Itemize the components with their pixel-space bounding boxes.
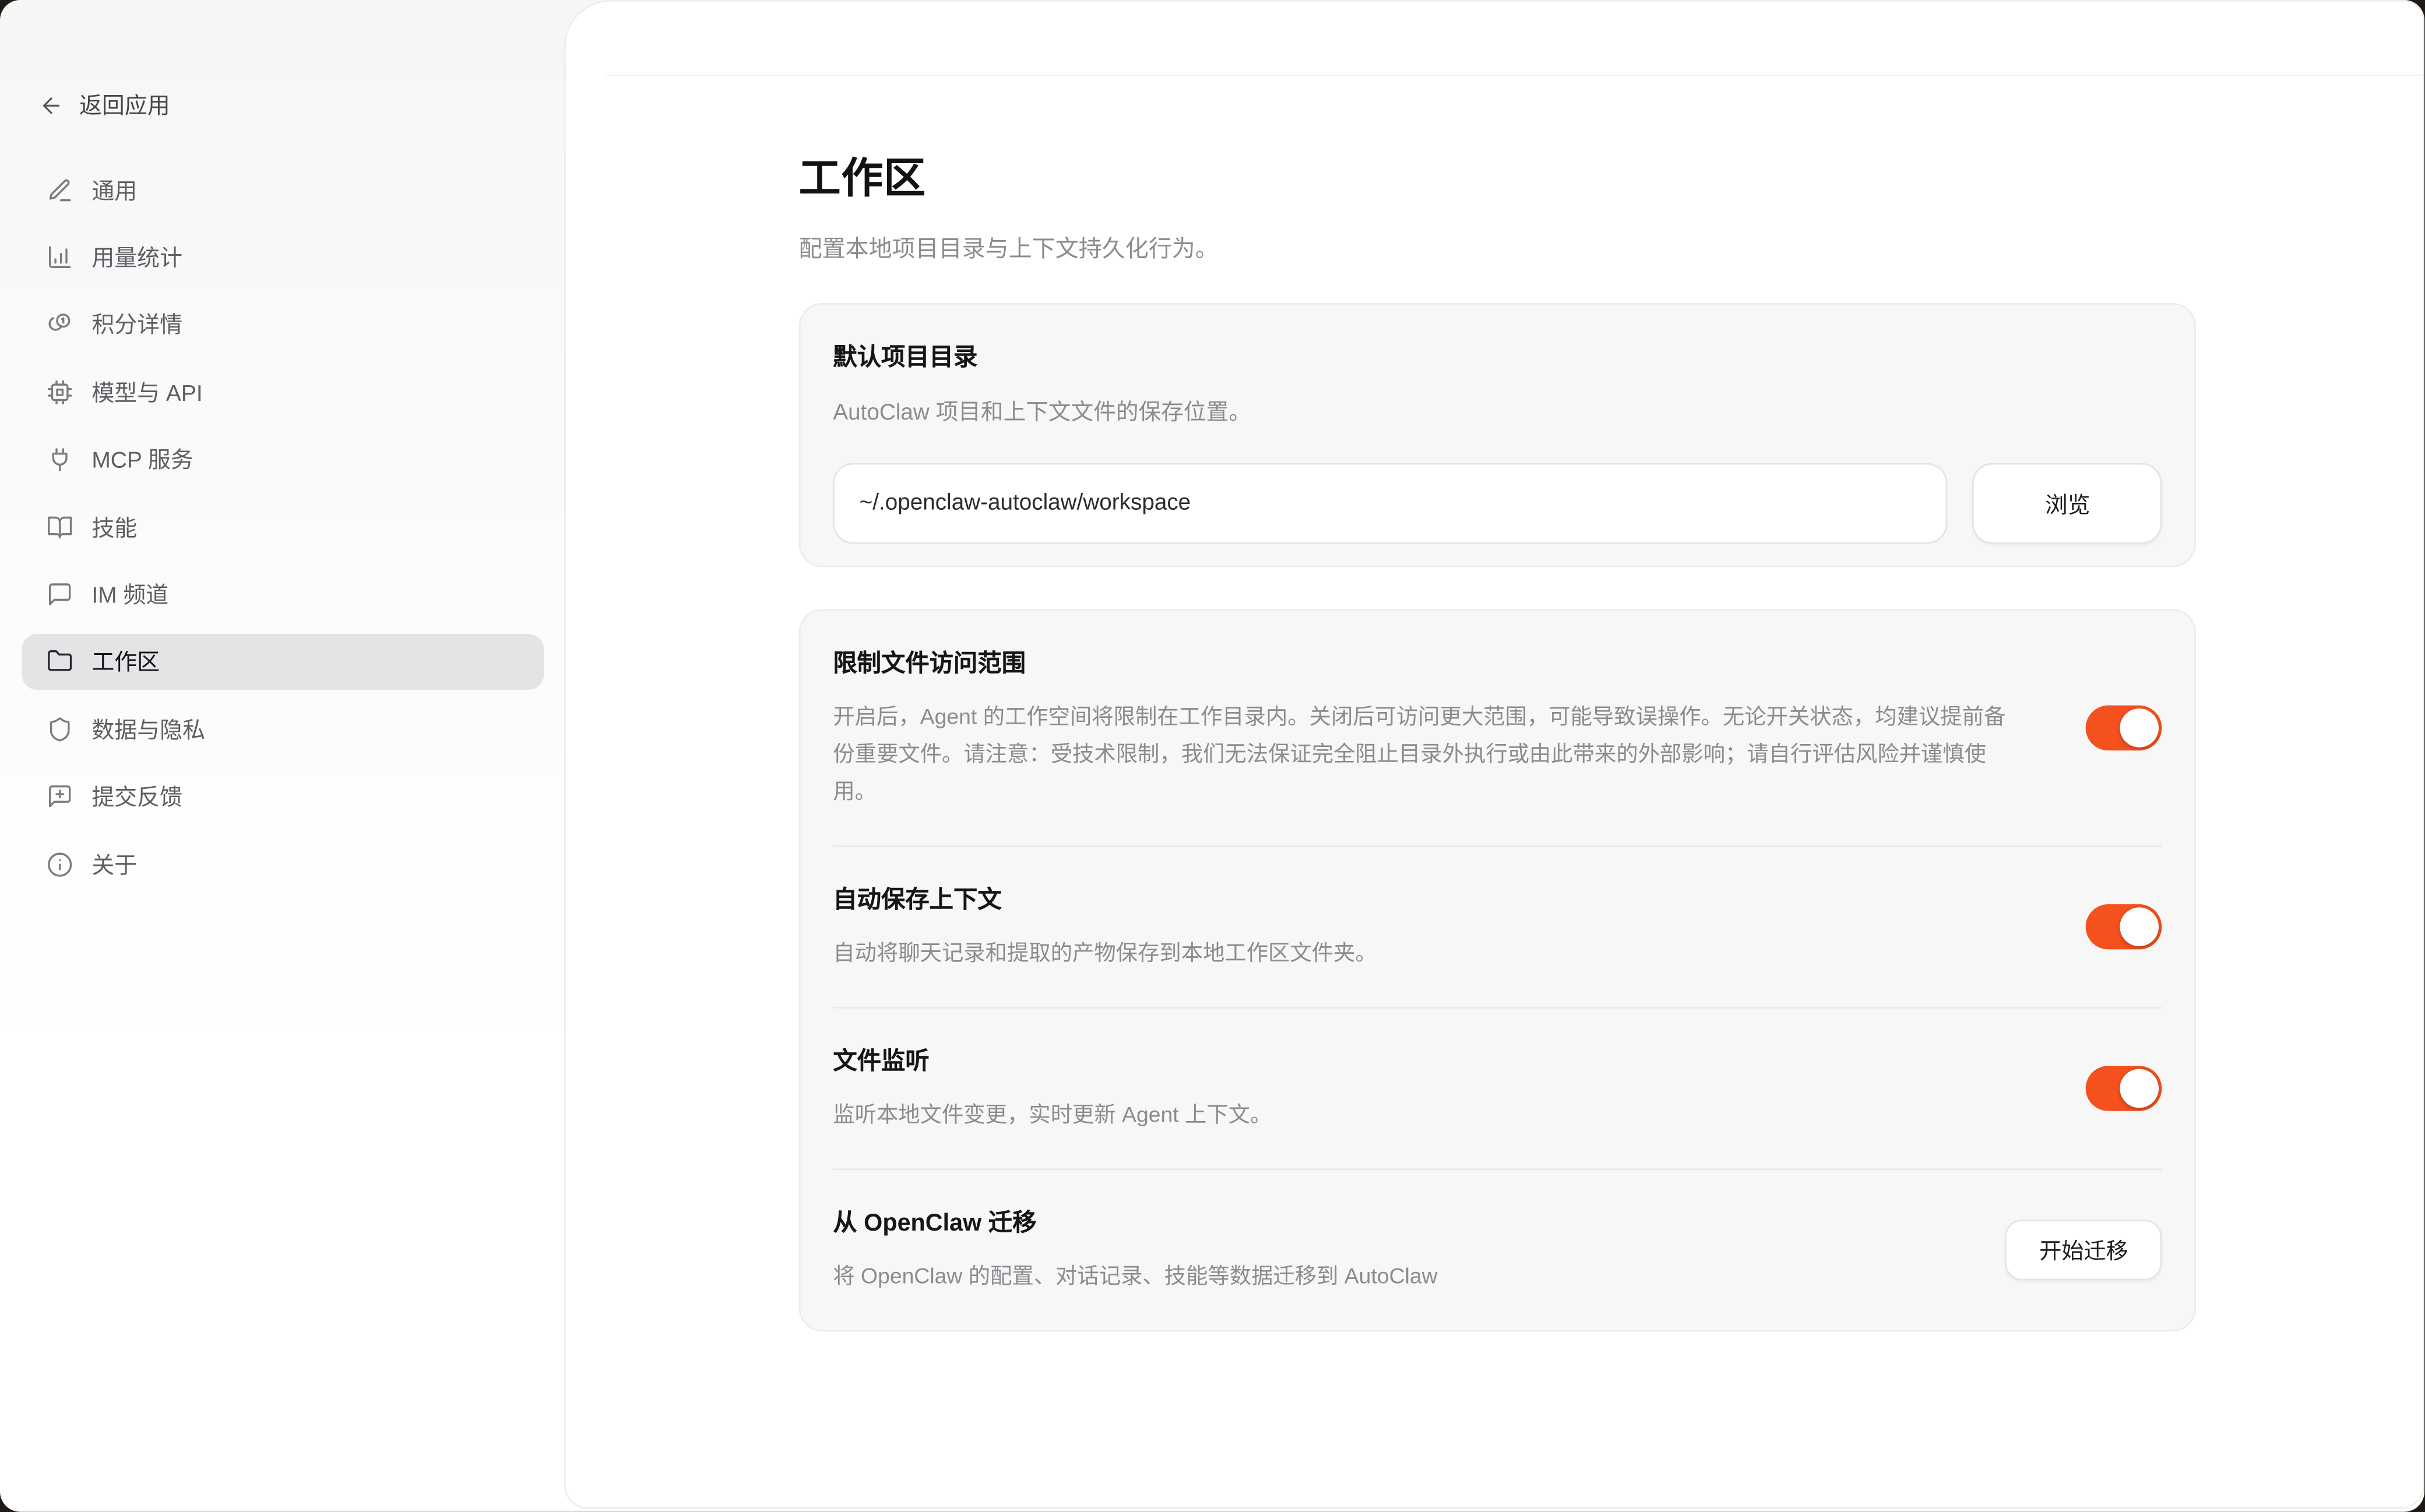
- default-directory-description: AutoClaw 项目和上下文文件的保存位置。: [833, 394, 2162, 427]
- restrict-file-access-toggle[interactable]: [2086, 705, 2163, 750]
- auto-save-context-title: 自动保存上下文: [833, 882, 1377, 916]
- page-title: 工作区: [799, 144, 2197, 205]
- content-panel: 工作区 配置本地项目目录与上下文持久化行为。 默认项目目录 AutoClaw 项…: [564, 0, 2425, 1509]
- sidebar-item-label: IM 频道: [91, 578, 168, 611]
- sidebar-item-label: 模型与 API: [91, 376, 202, 408]
- workspace-settings-card: 限制文件访问范围 开启后，Agent 的工作空间将限制在工作目录内。关闭后可访问…: [799, 609, 2197, 1332]
- settings-row-auto-save-context: 自动保存上下文 自动将聊天记录和提取的产物保存到本地工作区文件夹。: [833, 845, 2162, 1007]
- plug-icon: [47, 446, 73, 473]
- file-watch-description: 监听本地文件变更，实时更新 Agent 上下文。: [833, 1096, 1272, 1133]
- sidebar-nav: 通用 用量统计 积分详情 模型与 API MCP 服务 技能 IM 频道 工作区…: [22, 161, 544, 903]
- pencil-icon: [47, 177, 73, 203]
- restrict-file-access-description: 开启后，Agent 的工作空间将限制在工作目录内。关闭后可访问更大范围，可能导致…: [833, 697, 2024, 810]
- restrict-file-access-title: 限制文件访问范围: [833, 645, 2024, 679]
- sidebar-item-skills[interactable]: 技能: [22, 499, 544, 555]
- settings-row-migrate-from-openclaw: 从 OpenClaw 迁移 将 OpenClaw 的配置、对话记录、技能等数据迁…: [833, 1169, 2162, 1331]
- back-to-app-label: 返回应用: [79, 89, 170, 121]
- book-icon: [47, 514, 73, 540]
- settings-window: 返回应用 通用 用量统计 积分详情 模型与 API MCP 服务 技能 IM 频…: [0, 0, 2425, 1512]
- sidebar-item-general[interactable]: 通用: [22, 161, 544, 218]
- browse-button[interactable]: 浏览: [1973, 463, 2162, 544]
- titlebar-divider: [606, 75, 2423, 76]
- sidebar: 返回应用 通用 用量统计 积分详情 模型与 API MCP 服务 技能 IM 频…: [0, 0, 564, 1512]
- folder-icon: [47, 648, 73, 675]
- migrate-from-openclaw-description: 将 OpenClaw 的配置、对话记录、技能等数据迁移到 AutoClaw: [833, 1257, 1437, 1295]
- info-icon: [47, 851, 73, 877]
- migrate-from-openclaw-button[interactable]: 开始迁移: [2005, 1220, 2163, 1280]
- arrow-left-icon: [39, 93, 64, 118]
- default-directory-card: 默认项目目录 AutoClaw 项目和上下文文件的保存位置。 浏览: [799, 303, 2197, 567]
- sidebar-item-workspace[interactable]: 工作区: [22, 633, 544, 690]
- auto-save-context-description: 自动将聊天记录和提取的产物保存到本地工作区文件夹。: [833, 934, 1377, 971]
- sidebar-item-credits[interactable]: 积分详情: [22, 297, 544, 353]
- sidebar-item-label: 工作区: [91, 646, 160, 678]
- sidebar-item-feedback[interactable]: 提交反馈: [22, 769, 544, 825]
- chip-icon: [47, 379, 73, 405]
- sidebar-item-label: 提交反馈: [91, 780, 182, 813]
- sidebar-item-label: 数据与隐私: [91, 713, 205, 746]
- sidebar-item-label: 关于: [91, 848, 137, 880]
- app-window: 返回应用 通用 用量统计 积分详情 模型与 API MCP 服务 技能 IM 频…: [0, 0, 2425, 1512]
- shield-icon: [47, 716, 73, 742]
- migrate-from-openclaw-title: 从 OpenClaw 迁移: [833, 1205, 1437, 1239]
- sidebar-item-about[interactable]: 关于: [22, 836, 544, 892]
- feedback-plus-icon: [47, 784, 73, 810]
- auto-save-context-toggle[interactable]: [2086, 904, 2163, 949]
- page-subtitle: 配置本地项目目录与上下文持久化行为。: [799, 231, 2197, 264]
- bar-chart-icon: [47, 244, 73, 270]
- sidebar-item-im-channels[interactable]: IM 频道: [22, 566, 544, 623]
- sidebar-item-label: 技能: [91, 510, 137, 543]
- sidebar-item-mcp-services[interactable]: MCP 服务: [22, 431, 544, 488]
- sidebar-item-label: 用量统计: [91, 241, 182, 274]
- sidebar-item-models-api[interactable]: 模型与 API: [22, 364, 544, 420]
- toggle-knob: [2120, 907, 2159, 946]
- file-watch-title: 文件监听: [833, 1043, 1272, 1077]
- coins-icon: [47, 312, 73, 338]
- sidebar-item-label: MCP 服务: [91, 443, 193, 476]
- sidebar-item-data-privacy[interactable]: 数据与隐私: [22, 701, 544, 757]
- toggle-knob: [2120, 708, 2159, 747]
- directory-path-input[interactable]: [833, 463, 1948, 544]
- sidebar-item-label: 积分详情: [91, 308, 182, 341]
- default-directory-title: 默认项目目录: [833, 339, 2162, 373]
- settings-row-file-watch: 文件监听 监听本地文件变更，实时更新 Agent 上下文。: [833, 1007, 2162, 1169]
- toggle-knob: [2120, 1069, 2159, 1108]
- settings-row-restrict-file-access: 限制文件访问范围 开启后，Agent 的工作空间将限制在工作目录内。关闭后可访问…: [833, 611, 2162, 845]
- chat-bubble-icon: [47, 581, 73, 607]
- sidebar-item-label: 通用: [91, 174, 137, 206]
- file-watch-toggle[interactable]: [2086, 1066, 2163, 1111]
- back-to-app-button[interactable]: 返回应用: [39, 89, 170, 121]
- sidebar-item-usage-stats[interactable]: 用量统计: [22, 229, 544, 286]
